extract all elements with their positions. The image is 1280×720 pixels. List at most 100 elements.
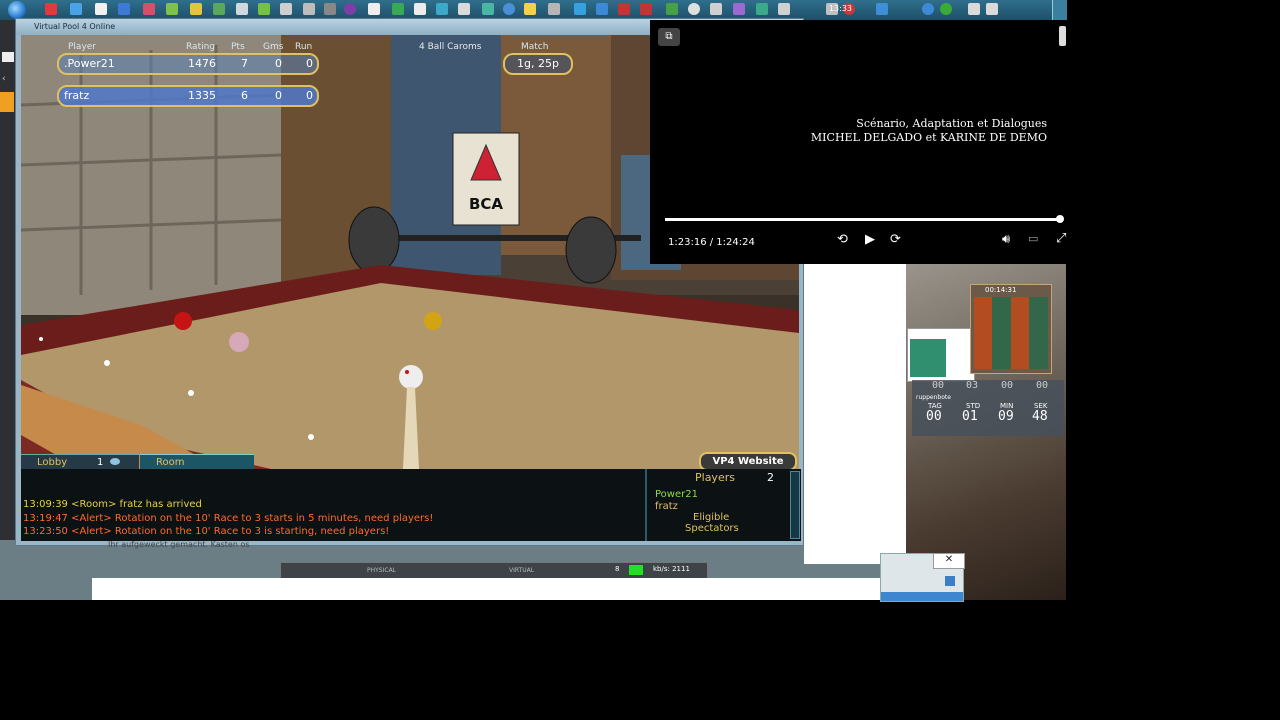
chevron-left-icon[interactable]: ‹ [2,74,14,84]
app-icon[interactable] [482,3,494,15]
tray-icon[interactable] [922,3,934,15]
play-icon[interactable]: ▶ [865,232,875,247]
hours-value: 01 [962,409,978,424]
activity-indicator [629,565,643,575]
countdown-widget: 00 03 00 00 ruppenbote TAG STD MIN SEK 0… [912,380,1064,436]
recycle-icon[interactable] [392,3,404,15]
player-pts: 6 [241,89,248,102]
players-panel[interactable]: Players 2 Power21 fratz Eligible Spectat… [645,469,801,541]
widget-time: 00:14:31 [985,286,1017,294]
document-icon[interactable] [95,3,107,15]
taskbar-clock[interactable]: 13:33 [829,4,852,13]
player-pts: 7 [241,57,248,70]
fullscreen-icon[interactable]: ⤢ [1056,231,1066,246]
spectators-label: Spectators [685,523,739,534]
browser-icon[interactable] [45,3,57,15]
gear-icon[interactable] [280,3,292,15]
pink-ball [229,332,249,352]
status-text: Ihr aufgeweckt gemacht. Kasten os [108,540,250,549]
tab-lobby[interactable]: Lobby 1 [21,454,139,470]
tool-icon[interactable] [213,3,225,15]
credit-line: MICHEL DELGADO et KARINE DE DEMO [810,131,1047,144]
player-name: fratz [64,89,90,102]
thumbnail-window[interactable] [907,328,975,382]
app-icon[interactable] [733,3,745,15]
score-row-player2: fratz 1335 6 0 0 [57,85,319,107]
player-rating: 1476 [188,57,216,70]
header-run: Run [295,42,313,52]
time-display: 1:23:16 / 1:24:24 [668,237,755,248]
start-button-icon[interactable] [8,1,26,19]
thumbnail-image [910,339,946,377]
shield-icon[interactable] [118,3,130,15]
media-player-icon[interactable] [344,3,356,15]
value-label: 8 [615,565,620,573]
app-icon[interactable] [778,3,790,15]
volume-icon[interactable]: 🔊︎ [1002,232,1010,247]
scroll-handle[interactable] [1059,26,1066,46]
player-run: 0 [306,57,313,70]
seek-thumb[interactable] [1056,215,1064,223]
video-player[interactable]: ⧉ Scénario, Adaptation et Dialogues MICH… [650,20,1066,264]
mail-icon[interactable] [143,3,155,15]
window-icon[interactable] [324,3,336,15]
yellow-ball [424,312,442,330]
minutes-value: 09 [998,409,1014,424]
banner [881,592,963,601]
download-icon[interactable] [258,3,270,15]
settings-icon[interactable] [303,3,315,15]
refresh-icon[interactable] [945,576,955,586]
tab-room[interactable]: Room [140,454,254,470]
page-icon[interactable] [414,3,426,15]
file-icon[interactable] [368,3,380,15]
close-icon[interactable] [2,52,14,62]
app-icon[interactable] [666,3,678,15]
forward-icon[interactable]: ⟳ [890,232,901,247]
player-list-item[interactable]: Power21 [655,489,698,500]
app-icon[interactable] [70,3,82,15]
app-icon[interactable] [548,3,560,15]
tile-grid[interactable] [974,297,1048,369]
tray-icon[interactable] [876,3,888,15]
app-icon[interactable] [458,3,470,15]
seconds-value: 48 [1032,409,1048,424]
side-tab[interactable] [0,92,14,112]
screenshot-icon[interactable]: ⧉ [658,28,680,46]
show-desktop-button[interactable] [1052,0,1067,20]
app-icon[interactable] [710,3,722,15]
image-icon[interactable] [436,3,448,15]
captions-icon[interactable]: ▭ [1028,232,1038,245]
music-icon[interactable] [166,3,178,15]
chat-panel[interactable]: 13:09:39 <Room> fratz has arrived 13:19:… [21,469,801,541]
tray-icon[interactable] [940,3,952,15]
header-pts: Pts [231,42,245,52]
chat-line: 13:19:47 <Alert> Rotation on the 10' Rac… [23,513,434,524]
days-value: 00 [926,409,942,424]
record-icon[interactable] [640,3,652,15]
rewind-icon[interactable]: ⟲ [837,232,848,247]
close-icon[interactable]: ✕ [933,553,965,569]
record-icon[interactable] [618,3,630,15]
window-icon[interactable] [236,3,248,15]
globe-icon[interactable] [503,3,515,15]
window-title: Virtual Pool 4 Online [34,22,116,31]
player-list-item[interactable]: fratz [655,501,678,512]
players-scrollbar[interactable] [790,471,800,539]
tile-widget[interactable]: 00:14:31 [970,284,1052,374]
player-rating: 1335 [188,89,216,102]
header-gms: Gms [263,42,284,52]
cue-ball [399,365,423,389]
seek-bar[interactable] [665,218,1060,221]
credit-line: Scénario, Adaptation et Dialogues [856,117,1047,130]
app-icon[interactable] [688,3,700,15]
pointer-icon[interactable] [524,3,536,15]
check-icon[interactable] [756,3,768,15]
folder-icon[interactable] [190,3,202,15]
match-badge: 1g, 25p [503,53,573,75]
tray-icon[interactable] [968,3,980,15]
app-icon[interactable] [596,3,608,15]
small-window[interactable]: ✕ [880,553,965,602]
bird-icon[interactable] [574,3,586,15]
tray-icon[interactable] [986,3,998,15]
player-gms: 0 [275,57,282,70]
